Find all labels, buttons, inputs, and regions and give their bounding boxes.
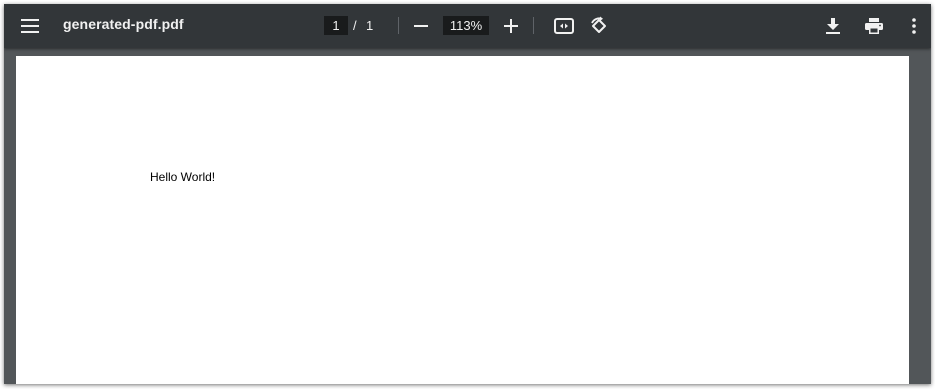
menu-icon[interactable] bbox=[16, 12, 44, 40]
print-icon[interactable] bbox=[860, 12, 888, 40]
pdf-viewer-window: generated-pdf.pdf 1 / 1 113% Hello World… bbox=[4, 4, 931, 384]
download-icon[interactable] bbox=[819, 12, 847, 40]
fit-to-width-icon[interactable] bbox=[550, 12, 578, 40]
pdf-viewer-area[interactable]: Hello World! bbox=[4, 48, 931, 384]
rotate-icon[interactable] bbox=[585, 12, 613, 40]
document-title: generated-pdf.pdf bbox=[63, 16, 184, 32]
plus-icon[interactable] bbox=[497, 12, 525, 40]
page-text: Hello World! bbox=[150, 170, 216, 184]
minus-icon[interactable] bbox=[407, 12, 435, 40]
toolbar-divider bbox=[398, 17, 399, 34]
pdf-toolbar: generated-pdf.pdf 1 / 1 113% bbox=[4, 4, 931, 48]
page-separator: / bbox=[353, 18, 357, 33]
page-total: 1 bbox=[366, 18, 374, 33]
page-number-input[interactable]: 1 bbox=[324, 16, 348, 35]
zoom-level-input[interactable]: 113% bbox=[443, 16, 489, 35]
more-vert-icon[interactable] bbox=[900, 12, 928, 40]
pdf-page: Hello World! bbox=[16, 56, 909, 384]
toolbar-divider bbox=[533, 17, 534, 34]
